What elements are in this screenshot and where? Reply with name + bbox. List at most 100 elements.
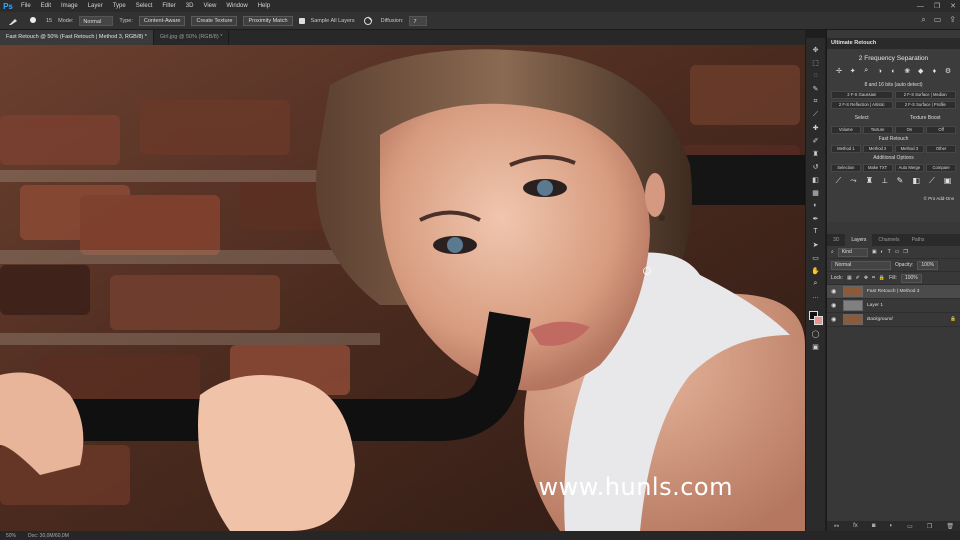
- path-select-tool-icon[interactable]: ➤: [809, 239, 823, 250]
- tab-3d[interactable]: 3D: [827, 234, 845, 246]
- texture-button[interactable]: Texture: [862, 126, 893, 134]
- compare-button[interactable]: Compare: [926, 164, 956, 172]
- gradient-tool-icon[interactable]: ▦: [809, 187, 823, 198]
- color-icon[interactable]: ◐: [888, 66, 900, 76]
- search-icon[interactable]: ⌕: [921, 15, 925, 25]
- filter-adjust-icon[interactable]: ◐: [881, 249, 884, 255]
- dodge-tool-icon[interactable]: ◐: [809, 200, 823, 211]
- pencil-icon[interactable]: ✎: [897, 176, 904, 186]
- type-tool-icon[interactable]: T: [809, 226, 823, 237]
- sharpen-icon[interactable]: ⟂: [882, 176, 887, 186]
- other-button[interactable]: Other: [926, 145, 956, 153]
- method-3-button[interactable]: Method 3: [894, 145, 925, 153]
- stamp-icon[interactable]: ♜: [866, 176, 873, 186]
- quick-mask-icon[interactable]: ◯: [809, 328, 823, 339]
- menu-view[interactable]: View: [198, 0, 221, 12]
- fill-input[interactable]: 100%: [900, 273, 922, 283]
- tab-fast-retouch[interactable]: Fast Retouch @ 50% (Fast Retouch | Metho…: [0, 30, 154, 45]
- selection-button[interactable]: Selection: [831, 164, 861, 172]
- opacity-input[interactable]: 100%: [917, 260, 939, 270]
- healing-brush-icon[interactable]: [6, 15, 20, 27]
- document-canvas[interactable]: www.hunls.com: [0, 45, 805, 531]
- mode-select[interactable]: Normal: [79, 15, 114, 26]
- menu-help[interactable]: Help: [253, 0, 275, 12]
- settings-icon[interactable]: ⚙: [942, 66, 954, 76]
- auto-merge-button[interactable]: Auto Merge: [894, 164, 925, 172]
- menu-window[interactable]: Window: [221, 0, 252, 12]
- eraser-icon[interactable]: ◧: [912, 176, 920, 186]
- pen-tool-icon[interactable]: ✒: [809, 213, 823, 224]
- marquee-tool-icon[interactable]: ⬚: [809, 57, 823, 68]
- menu-select[interactable]: Select: [131, 0, 158, 12]
- lock-all-icon[interactable]: 🔒: [879, 275, 885, 281]
- tab-girl-jpg[interactable]: Girl.jpg @ 50% (RGB/8) *: [154, 30, 230, 45]
- ultimate-retouch-header[interactable]: Ultimate Retouch: [827, 38, 960, 49]
- method-1-button[interactable]: Method 1: [831, 145, 861, 153]
- layer-icon[interactable]: ▣: [944, 176, 952, 186]
- eye-icon[interactable]: ◉: [831, 316, 839, 323]
- menu-image[interactable]: Image: [56, 0, 83, 12]
- lock-transparent-icon[interactable]: ▦: [847, 275, 852, 281]
- method-2-button[interactable]: Method 2: [862, 145, 893, 153]
- frequency-icon[interactable]: ✢: [833, 66, 845, 76]
- link-icon[interactable]: ⚯: [834, 523, 839, 530]
- color-swatches[interactable]: [808, 310, 824, 326]
- tab-paths[interactable]: Paths: [906, 234, 931, 246]
- history-brush-icon[interactable]: ↺: [809, 161, 823, 172]
- layer-fast-retouch[interactable]: ◉ Fast Retouch | Method 3: [827, 285, 960, 299]
- pressure-size-icon[interactable]: [361, 15, 375, 27]
- channels-icon[interactable]: ❀: [901, 66, 913, 76]
- content-aware-button[interactable]: Content-Aware: [138, 15, 186, 26]
- tab-channels[interactable]: Channels: [872, 234, 905, 246]
- zoom-level[interactable]: 50%: [6, 533, 16, 539]
- diffusion-select[interactable]: 7: [409, 15, 428, 26]
- brush-icon[interactable]: ✦: [847, 66, 859, 76]
- make-txt-button[interactable]: Make TXT: [862, 164, 893, 172]
- new-layer-icon[interactable]: ❐: [927, 523, 932, 530]
- lasso-tool-icon[interactable]: ◌: [809, 70, 823, 81]
- lock-pixels-icon[interactable]: ✐: [856, 275, 860, 281]
- hand-tool-icon[interactable]: ✋: [809, 265, 823, 276]
- gem-icon[interactable]: ♦: [928, 66, 940, 76]
- eye-icon[interactable]: ◉: [831, 288, 839, 295]
- fs-surface-profile-button[interactable]: 2 F-S Surface | Profile: [894, 101, 956, 109]
- volume-button[interactable]: Volume: [831, 126, 861, 134]
- lock-artboard-icon[interactable]: ⌗: [872, 275, 875, 281]
- share-icon[interactable]: ⇪: [949, 15, 956, 25]
- screen-mode-icon[interactable]: ▣: [809, 341, 823, 352]
- dodge-icon[interactable]: ⟋: [929, 176, 935, 186]
- blend-mode-select[interactable]: Normal: [831, 260, 891, 270]
- brush-tool-icon[interactable]: ✐: [809, 135, 823, 146]
- lock-position-icon[interactable]: ✥: [864, 275, 868, 281]
- filter-type-icon[interactable]: T: [888, 249, 891, 255]
- proximity-match-button[interactable]: Proximity Match: [243, 15, 293, 26]
- create-texture-button[interactable]: Create Texture: [191, 15, 238, 26]
- kind-select[interactable]: Kind: [837, 247, 868, 257]
- layer-1[interactable]: ◉ Layer 1: [827, 299, 960, 313]
- palette-icon[interactable]: ◆: [915, 66, 927, 76]
- adjustment-icon[interactable]: ◐: [889, 523, 893, 529]
- tab-layers[interactable]: Layers: [845, 234, 873, 246]
- filter-shape-icon[interactable]: ▭: [895, 249, 900, 255]
- crop-tool-icon[interactable]: ⌗: [809, 96, 823, 107]
- fs-reflection-button[interactable]: 2 F-S Reflection | Artistic: [831, 101, 893, 109]
- menu-layer[interactable]: Layer: [83, 0, 108, 12]
- healing-tool-icon[interactable]: ✚: [809, 122, 823, 133]
- mask-icon[interactable]: ◙: [872, 523, 876, 529]
- restore-icon[interactable]: ❐: [934, 2, 940, 10]
- smudge-icon[interactable]: ⤳: [850, 176, 856, 186]
- eye-icon[interactable]: ◉: [831, 302, 839, 309]
- layer-background[interactable]: ◉ Background 🔒: [827, 313, 960, 327]
- filter-smart-icon[interactable]: ❐: [903, 249, 907, 255]
- edit-toolbar-icon[interactable]: …: [809, 291, 823, 302]
- menu-3d[interactable]: 3D: [181, 0, 199, 12]
- stamp-tool-icon[interactable]: ♜: [809, 148, 823, 159]
- close-icon[interactable]: ✕: [950, 2, 956, 10]
- filter-pixel-icon[interactable]: ▣: [872, 249, 877, 255]
- trash-icon[interactable]: 🗑: [946, 523, 954, 530]
- zoom-tool-icon[interactable]: ⌕: [809, 278, 823, 289]
- menu-type[interactable]: Type: [108, 0, 131, 12]
- sample-all-layers-checkbox[interactable]: [298, 17, 305, 24]
- move-tool-icon[interactable]: ✥: [809, 44, 823, 55]
- contrast-icon[interactable]: ◑: [874, 66, 886, 76]
